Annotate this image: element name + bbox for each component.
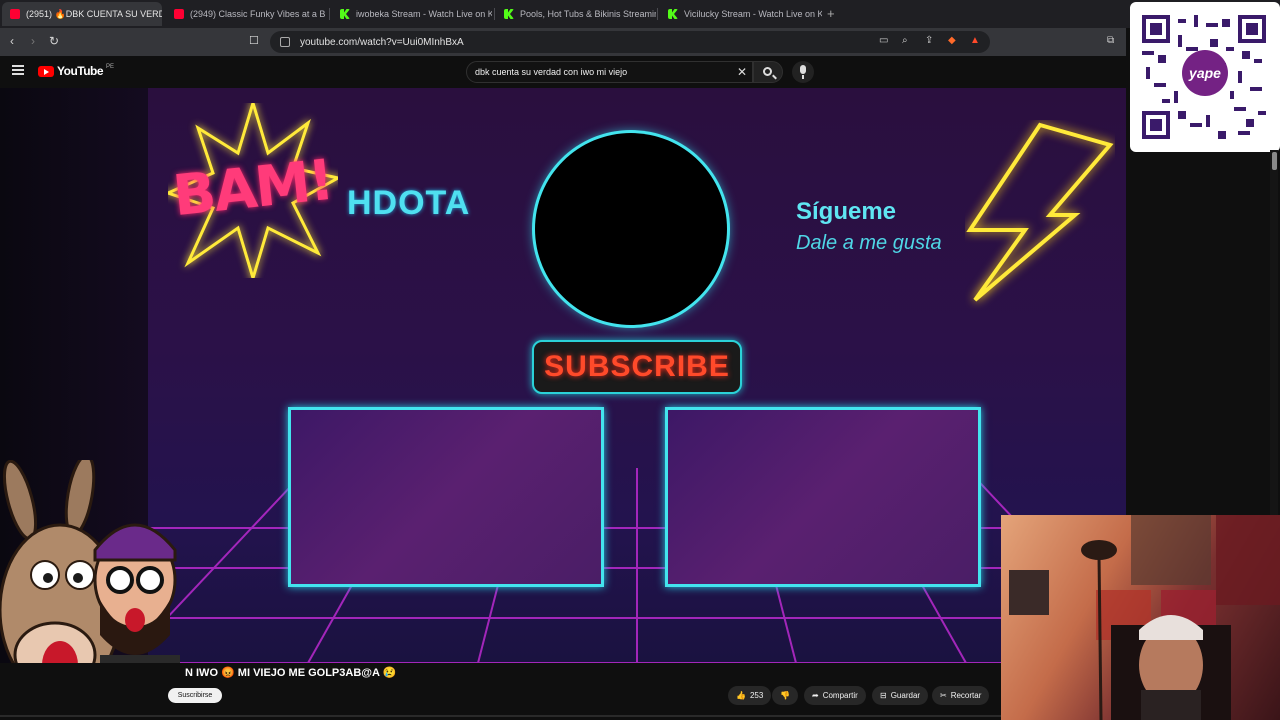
clip-button[interactable]: ✂ Recortar <box>932 686 990 705</box>
yape-logo: yape <box>1182 50 1228 96</box>
tab-title: iwobeka Stream - Watch Live on Kick <box>356 9 492 19</box>
forward-icon[interactable]: › <box>31 34 35 48</box>
browser-tab-strip: (2951) 🔥DBK CUENTA SU VERDA ✕ (2949) Cla… <box>0 0 1280 28</box>
save-label: Guardar <box>890 691 921 700</box>
sidebar-panel-icon[interactable]: ⧉ <box>1107 35 1114 46</box>
tab-funky-vibes[interactable]: (2949) Classic Funky Vibes at a Brook <box>166 2 326 26</box>
tab-pools[interactable]: Pools, Hot Tubs & Bikinis Streaming <box>496 2 656 26</box>
kick-favicon-icon <box>504 9 514 19</box>
profile-circle[interactable] <box>535 133 727 325</box>
video-title: N IWO 😡 MI VIEJO ME GOLP3AB@A 😢 <box>185 667 397 679</box>
yape-qr-code: yape <box>1130 2 1280 152</box>
back-icon[interactable]: ‹ <box>10 34 14 48</box>
clip-label: Recortar <box>950 691 982 700</box>
brave-shield-icon[interactable]: ◆ <box>948 35 956 46</box>
scrollbar-thumb[interactable] <box>1272 152 1277 170</box>
follow-heading: Sígueme <box>796 198 897 225</box>
like-count: 253 <box>749 691 764 700</box>
bottom-divider <box>0 715 1001 717</box>
tab-divider <box>329 8 330 20</box>
reload-icon[interactable]: ↻ <box>49 34 59 48</box>
subscribe-button[interactable]: Suscribirse <box>168 688 222 703</box>
tab-divider <box>657 8 658 20</box>
voice-search-button[interactable] <box>792 61 814 83</box>
tab-title: (2951) 🔥DBK CUENTA SU VERDA <box>26 8 162 19</box>
save-button[interactable]: ⊟ Guardar <box>872 686 929 705</box>
scissors-icon: ✂ <box>940 691 947 700</box>
tab-vicilucky[interactable]: Vicilucky Stream - Watch Live on Kick <box>660 2 822 26</box>
search-query: dbk cuenta su verdad con iwo mi viejo <box>475 67 628 77</box>
subscribe-graphic-label: SUBSCRIBE <box>544 350 730 383</box>
tab-active-video[interactable]: (2951) 🔥DBK CUENTA SU VERDA ✕ <box>2 2 162 26</box>
kick-favicon-icon <box>668 9 678 19</box>
share-icon: ➦ <box>812 691 819 700</box>
tab-divider <box>494 8 495 20</box>
youtube-favicon-icon <box>174 9 184 19</box>
site-info-icon[interactable] <box>280 37 290 47</box>
youtube-favicon-icon <box>10 9 20 19</box>
tab-title: (2949) Classic Funky Vibes at a Brook <box>190 9 326 19</box>
share-page-icon[interactable]: ⇪ <box>925 35 933 46</box>
kick-favicon-icon <box>340 9 350 19</box>
search-button[interactable] <box>753 61 783 83</box>
share-button[interactable]: ➦ Compartir <box>804 686 866 705</box>
tab-iwobeka[interactable]: iwobeka Stream - Watch Live on Kick <box>332 2 492 26</box>
country-code: PE <box>106 64 115 70</box>
hamburger-menu-icon[interactable] <box>12 65 24 75</box>
cast-icon[interactable]: ▭ <box>879 35 888 46</box>
dislike-button[interactable]: 👎 <box>772 686 798 705</box>
channel-name-graphic: HDOTA <box>347 184 471 222</box>
tab-title: Vicilucky Stream - Watch Live on Kick <box>684 9 822 19</box>
search-icon <box>763 67 772 76</box>
end-screen-video-card-left[interactable] <box>288 407 604 587</box>
url-text: youtube.com/watch?v=Uui0MInhBxA <box>300 36 464 48</box>
tab-title: Pools, Hot Tubs & Bikinis Streaming <box>520 9 656 19</box>
rewards-icon[interactable]: ▲ <box>970 35 980 46</box>
thumbs-down-icon: 👎 <box>780 691 790 700</box>
bookmark-icon[interactable]: ☐ <box>249 34 259 47</box>
webcam-scene-icon <box>1009 515 1280 720</box>
save-icon: ⊟ <box>880 691 887 700</box>
youtube-wordmark: YouTube <box>57 64 104 78</box>
browser-toolbar: ‹ › ↻ ☐ youtube.com/watch?v=Uui0MInhBxA … <box>0 28 1126 56</box>
lightning-bolt-icon <box>966 122 1114 302</box>
new-tab-button[interactable]: + <box>827 6 835 21</box>
youtube-play-icon <box>38 65 54 77</box>
share-label: Compartir <box>822 691 858 700</box>
clear-search-icon[interactable]: ✕ <box>737 65 747 79</box>
zoom-icon[interactable]: ⌕ <box>902 35 908 46</box>
subscribe-graphic-button[interactable]: SUBSCRIBE <box>532 340 742 394</box>
streamer-webcam <box>1001 515 1280 720</box>
youtube-logo[interactable]: YouTube PE <box>38 64 114 78</box>
search-input[interactable]: dbk cuenta su verdad con iwo mi viejo <box>466 61 753 83</box>
end-screen-video-card-right[interactable] <box>665 407 981 587</box>
follow-subtext: Dale a me gusta <box>796 232 942 254</box>
like-button[interactable]: 👍 253 <box>728 686 772 705</box>
youtube-header: YouTube PE dbk cuenta su verdad con iwo … <box>0 56 1126 88</box>
thumbs-up-icon: 👍 <box>736 691 746 700</box>
